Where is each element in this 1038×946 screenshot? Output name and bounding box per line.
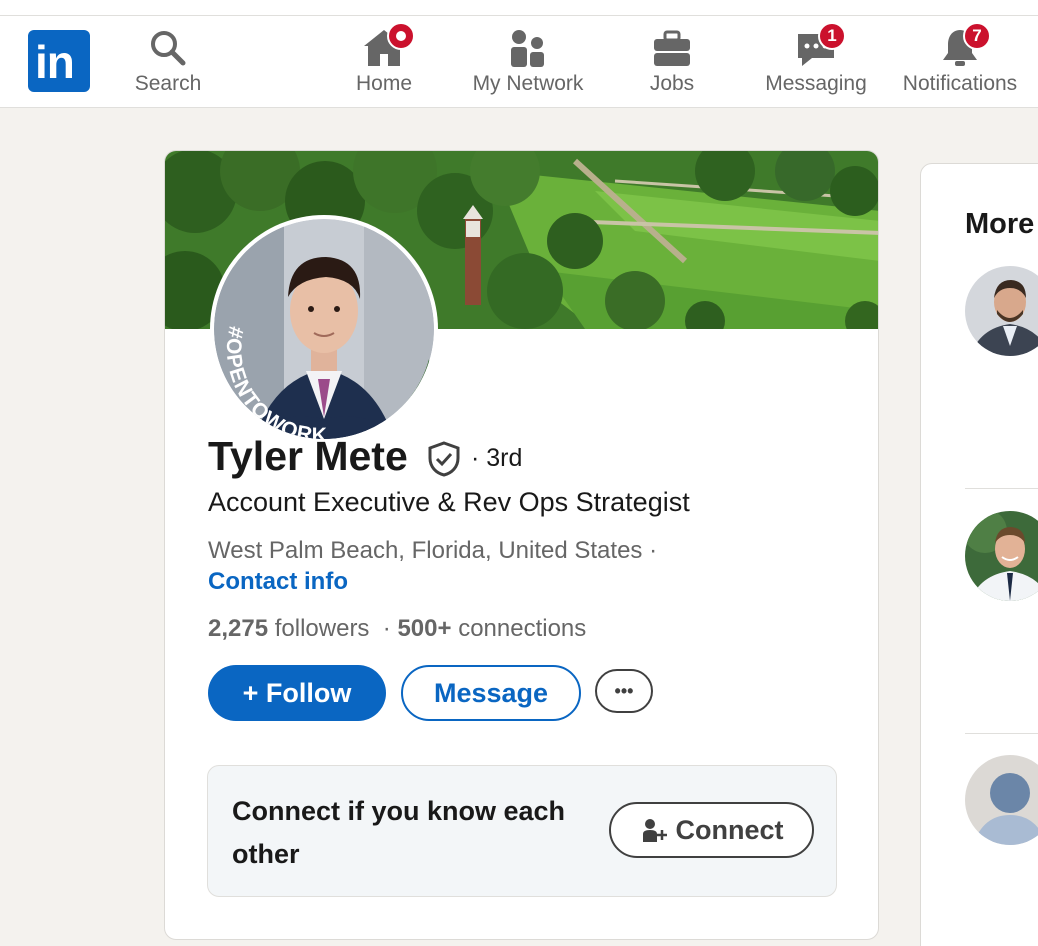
nav-home[interactable]: Home	[334, 22, 434, 108]
nav-notifications[interactable]: 7 Notifications	[893, 22, 1027, 108]
connection-degree: · 3rd	[471, 444, 523, 472]
home-badge	[387, 22, 415, 50]
more-actions-button[interactable]: •••	[595, 669, 653, 713]
verified-shield-icon[interactable]	[427, 441, 461, 477]
nav-search-label: Search	[134, 72, 202, 95]
connect-prompt-text: Connect if you know each other	[232, 796, 566, 869]
profile-stats: 2,275 followers · 500+ connections	[208, 615, 586, 643]
connect-button[interactable]: Connect	[609, 802, 814, 858]
connections-count: 500+	[397, 615, 452, 642]
nav-messaging[interactable]: 1 Messaging	[756, 22, 876, 108]
followers-count: 2,275	[208, 615, 269, 642]
global-nav: in Search Home My Network Jobs 1 Messagi…	[0, 16, 1038, 108]
connect-button-label: Connect	[675, 814, 784, 845]
top-strip	[0, 0, 1038, 16]
nav-notifications-label: Notifications	[902, 72, 1018, 95]
add-person-icon	[642, 819, 667, 842]
panel-divider	[965, 488, 1038, 489]
panel-divider	[965, 733, 1038, 734]
suggested-profile-avatar[interactable]	[965, 266, 1038, 356]
nav-search[interactable]: Search	[118, 24, 218, 108]
suggested-profile-avatar[interactable]	[965, 511, 1038, 601]
profile-location: West Palm Beach, Florida, United States …	[208, 537, 658, 564]
search-icon	[151, 31, 186, 66]
profile-photo[interactable]: #OPENTOWORK	[210, 215, 438, 443]
profile-avatar: #OPENTOWORK	[214, 219, 434, 439]
nav-jobs[interactable]: Jobs	[622, 24, 722, 108]
contact-info-link[interactable]: Contact info	[208, 568, 348, 596]
briefcase-icon	[654, 30, 690, 66]
default-profile-avatar[interactable]	[965, 755, 1038, 845]
connect-prompt: Connect if you know each other Connect	[207, 765, 837, 897]
nav-home-label: Home	[355, 72, 413, 95]
profile-headline: Account Executive & Rev Ops Strategist	[208, 487, 690, 517]
follow-button[interactable]: + Follow	[208, 665, 386, 721]
logo-text: in	[35, 36, 75, 88]
nav-jobs-label: Jobs	[649, 72, 695, 95]
nav-my-network[interactable]: My Network	[462, 24, 594, 108]
notifications-badge: 7	[963, 22, 991, 50]
profile-name: Tyler Mete	[208, 433, 408, 479]
messaging-badge: 1	[818, 22, 846, 50]
message-button[interactable]: Message	[401, 665, 581, 721]
profile-card: #OPENTOWORK Tyler Mete · 3rd Account Exe…	[164, 150, 879, 940]
followers-label[interactable]: followers	[275, 615, 370, 642]
more-profiles-title: More	[965, 208, 1035, 240]
nav-my-network-label: My Network	[472, 72, 584, 95]
network-icon	[511, 30, 544, 67]
more-profiles-panel: More	[920, 163, 1038, 946]
connections-label[interactable]: connections	[458, 615, 586, 642]
stats-separator: ·	[382, 615, 391, 642]
nav-messaging-label: Messaging	[765, 72, 867, 95]
linkedin-logo[interactable]: in	[28, 30, 90, 92]
